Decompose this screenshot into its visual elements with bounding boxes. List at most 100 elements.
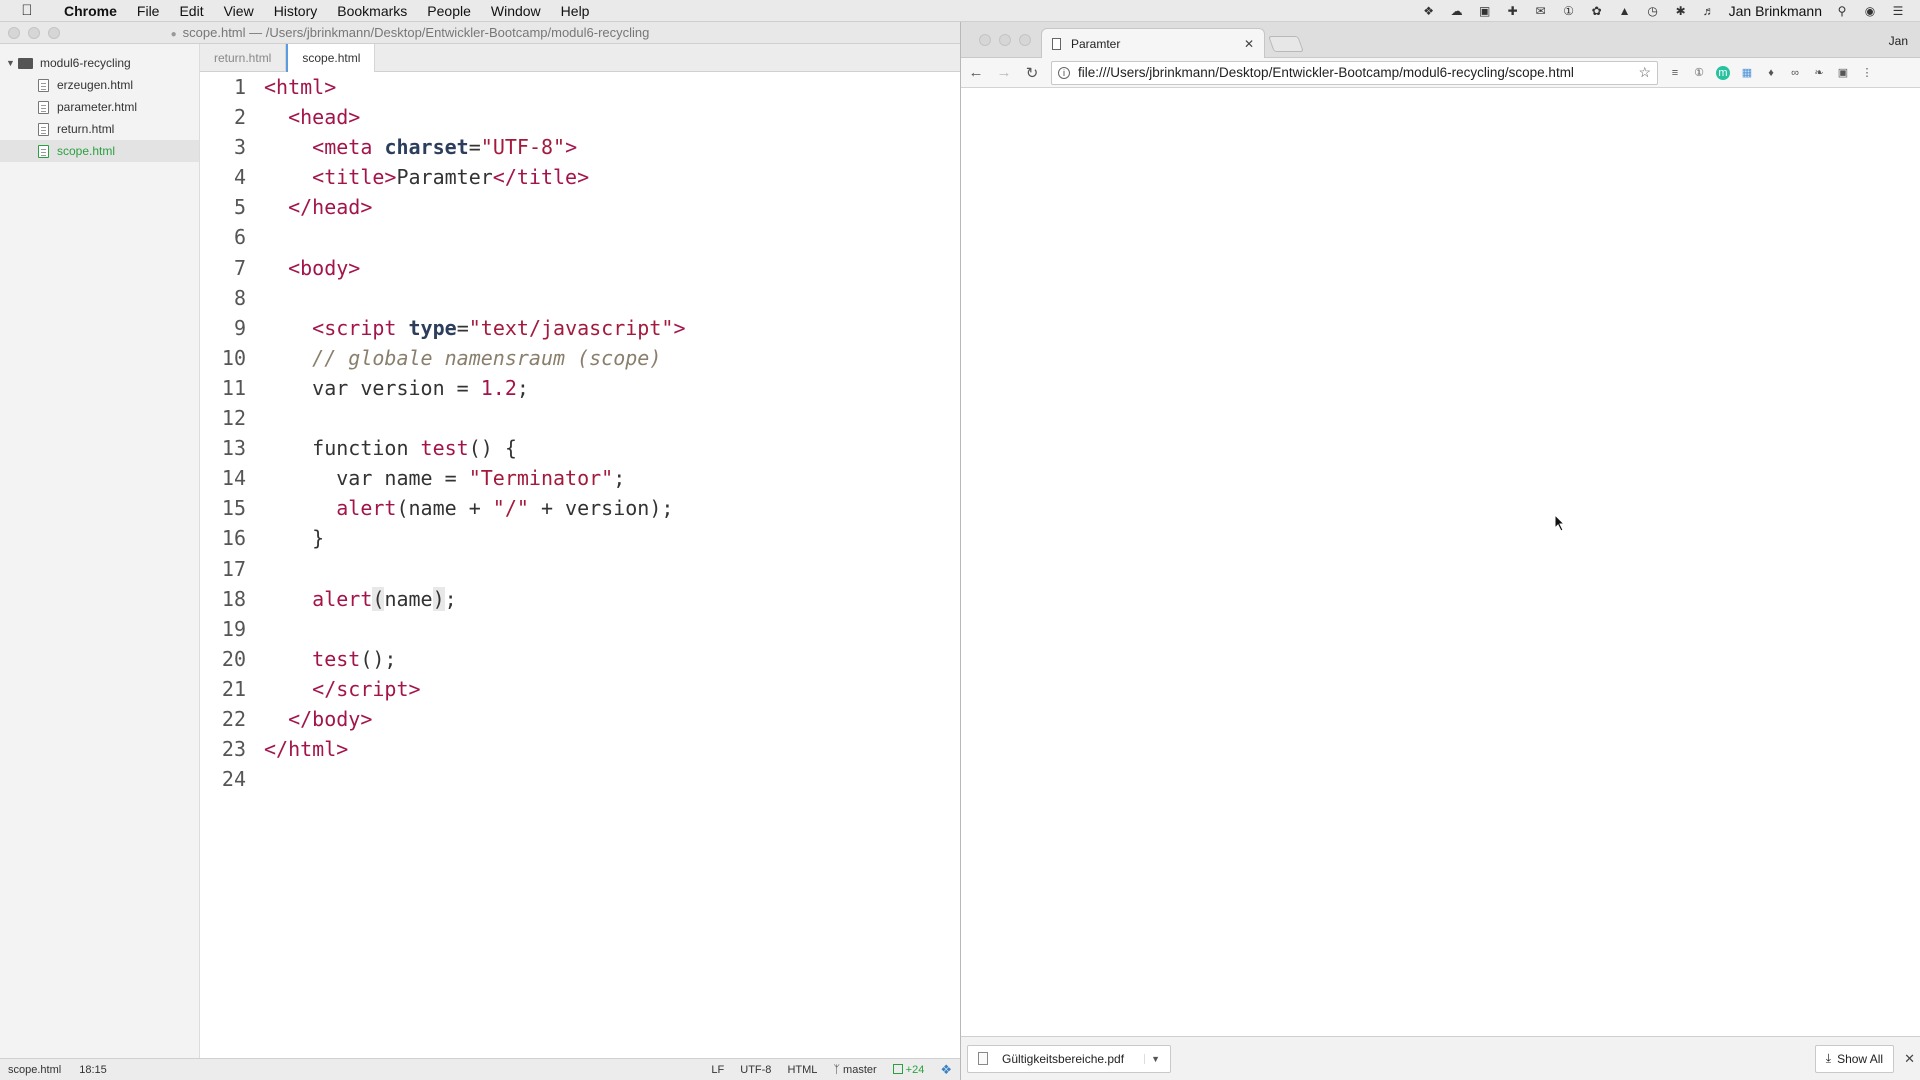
notification-center-icon[interactable]: ☰ <box>1890 4 1906 18</box>
chrome-window: Paramter ✕ Jan ← → ↻ i file:///Users/jbr… <box>960 22 1920 1080</box>
status-line-ending[interactable]: LF <box>711 1064 724 1076</box>
time-machine-icon[interactable]: ◷ <box>1645 4 1661 18</box>
tree-file-label: parameter.html <box>57 100 138 114</box>
code-line: 2 <head> <box>200 102 960 132</box>
code-editor[interactable]: 1 <html> 2 <head> 3 <meta charset="UTF-8"… <box>200 72 960 1058</box>
chrome-toolbar: ← → ↻ i file:///Users/jbrinkmann/Desktop… <box>961 58 1920 88</box>
leaf-icon[interactable]: ✿ <box>1589 4 1605 18</box>
code-line: 8 <box>200 283 960 313</box>
forward-arrow-icon[interactable]: → <box>995 64 1013 81</box>
chrome-minimize-button[interactable] <box>999 34 1011 46</box>
mail-icon[interactable]: ✉ <box>1533 4 1549 18</box>
tab-scope[interactable]: scope.html <box>286 44 376 73</box>
line-number: 19 <box>221 616 246 641</box>
download-icon: ⤓ <box>1825 1051 1832 1065</box>
code-line: 10 // globale namensraum (scope) <box>200 343 960 373</box>
camera-icon[interactable]: ▣ <box>1477 4 1493 18</box>
editor-tabs: return.html scope.html <box>200 44 960 73</box>
tree-file-parameter[interactable]: parameter.html <box>0 96 199 118</box>
code-line: 20 test(); <box>200 644 960 674</box>
code-line: 11 var version = 1.2; <box>200 373 960 403</box>
status-file-name[interactable]: scope.html <box>8 1064 61 1076</box>
page-viewport[interactable] <box>961 89 1920 1036</box>
plus-icon[interactable]: ✚ <box>1505 4 1521 18</box>
bird-extension-icon[interactable]: ❧ <box>1812 66 1826 80</box>
profile-button[interactable]: Jan <box>1889 34 1908 48</box>
chrome-zoom-button[interactable] <box>1019 34 1031 46</box>
screenshot-extension-icon[interactable]: ▣ <box>1836 66 1850 80</box>
line-number: 8 <box>233 285 246 310</box>
chrome-close-button[interactable] <box>979 34 991 46</box>
code-line: 7 <body> <box>200 253 960 283</box>
tree-file-erzeugen[interactable]: erzeugen.html <box>0 74 199 96</box>
new-tab-button[interactable] <box>1268 36 1304 52</box>
menu-kebab-icon[interactable]: ⋮ <box>1860 66 1874 80</box>
tree-file-return[interactable]: return.html <box>0 118 199 140</box>
tab-return[interactable]: return.html <box>200 44 287 72</box>
git-branch-label: master <box>843 1063 877 1076</box>
bookmark-star-icon[interactable]: ☆ <box>1638 64 1651 81</box>
status-encoding[interactable]: UTF-8 <box>740 1064 771 1076</box>
chevron-down-icon[interactable]: ▼ <box>1144 1053 1160 1064</box>
link-extension-icon[interactable]: ∞ <box>1788 66 1802 80</box>
menu-file[interactable]: File <box>127 0 170 22</box>
line-number: 24 <box>221 767 246 792</box>
m-extension-icon[interactable]: m <box>1716 65 1730 80</box>
menu-window[interactable]: Window <box>481 0 551 22</box>
code-line: 12 <box>200 403 960 433</box>
menu-edit[interactable]: Edit <box>169 0 213 22</box>
status-cursor-position[interactable]: 18:15 <box>79 1064 107 1076</box>
file-icon <box>38 122 49 136</box>
apple-icon[interactable]:  <box>0 2 54 19</box>
bookmark-extension-icon[interactable]: ▦ <box>1740 66 1754 80</box>
status-grammar[interactable]: HTML <box>787 1064 817 1076</box>
file-tree: ▼ modul6-recycling erzeugen.html paramet… <box>0 44 200 1058</box>
cloud-icon[interactable]: ☁ <box>1449 4 1465 18</box>
code-line: 3 <meta charset="UTF-8"> <box>200 132 960 162</box>
evernote-extension-icon[interactable]: ♦ <box>1764 66 1778 80</box>
menu-people[interactable]: People <box>417 0 481 22</box>
line-number: 17 <box>221 556 246 581</box>
editor-status-bar: scope.html 18:15 LF UTF-8 HTML ᛉ master … <box>0 1058 960 1080</box>
buffer-extension-icon[interactable]: ≡ <box>1668 66 1682 80</box>
menu-bookmarks[interactable]: Bookmarks <box>327 0 417 22</box>
menu-history[interactable]: History <box>264 0 328 22</box>
close-download-shelf-icon[interactable]: ✕ <box>1904 1051 1915 1067</box>
tree-file-label: return.html <box>57 122 115 136</box>
back-arrow-icon[interactable]: ← <box>967 64 985 81</box>
menubar-user-name[interactable]: Jan Brinkmann <box>1729 3 1822 19</box>
tree-folder-label: modul6-recycling <box>40 56 131 70</box>
code-line: 21 </script> <box>200 674 960 704</box>
close-tab-icon[interactable]: ✕ <box>1244 37 1254 51</box>
file-icon <box>38 100 49 114</box>
chevron-down-icon[interactable]: ▼ <box>6 58 18 68</box>
squirrel-update-icon[interactable]: ❖ <box>940 1062 952 1078</box>
status-git-branch[interactable]: ᛉ master <box>833 1064 876 1076</box>
address-bar[interactable]: i file:///Users/jbrinkmann/Desktop/Entwi… <box>1051 60 1658 85</box>
mouse-cursor-icon <box>1554 514 1566 532</box>
dropbox-icon[interactable]: ❖ <box>1421 4 1437 18</box>
code-line: 22 </body> <box>200 704 960 734</box>
chrome-tab-paramter[interactable]: Paramter ✕ <box>1041 28 1265 58</box>
reload-icon[interactable]: ↻ <box>1023 64 1041 82</box>
menu-view[interactable]: View <box>214 0 264 22</box>
page-icon <box>1052 37 1061 50</box>
code-line: 23 </html> <box>200 734 960 764</box>
password-extension-icon[interactable]: ① <box>1692 66 1706 80</box>
tree-file-scope[interactable]: scope.html <box>0 140 199 162</box>
tree-folder[interactable]: ▼ modul6-recycling <box>0 52 199 74</box>
show-all-downloads-button[interactable]: ⤓ Show All <box>1814 1044 1895 1073</box>
download-item[interactable]: Gültigkeitsbereiche.pdf ▼ <box>967 1044 1171 1073</box>
status-git-changes[interactable]: +24 <box>892 1063 924 1076</box>
info-icon[interactable]: i <box>1058 66 1070 79</box>
spotlight-search-icon[interactable]: ⚲ <box>1834 4 1850 18</box>
menu-help[interactable]: Help <box>551 0 600 22</box>
volume-icon[interactable]: ♬ <box>1701 4 1717 18</box>
extension-icons: ≡ ① m ▦ ♦ ∞ ❧ ▣ ⋮ <box>1668 65 1874 80</box>
bluetooth-icon[interactable]: ✱ <box>1673 4 1689 18</box>
password-icon[interactable]: ① <box>1561 4 1577 18</box>
vpn-icon[interactable]: ▲ <box>1617 4 1633 18</box>
code-line: 16 } <box>200 523 960 553</box>
siri-icon[interactable]: ◉ <box>1862 4 1878 18</box>
menu-app-chrome[interactable]: Chrome <box>54 0 127 22</box>
